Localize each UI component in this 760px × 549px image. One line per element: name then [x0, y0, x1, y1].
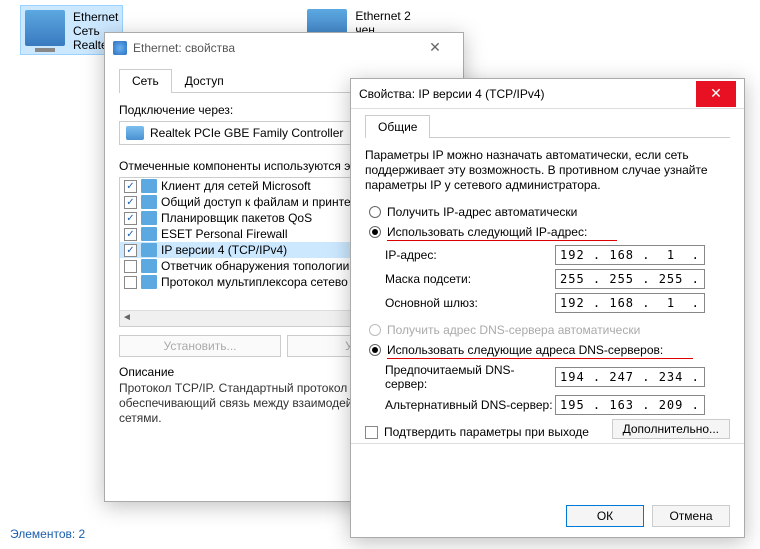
- component-icon: [141, 211, 157, 225]
- install-button[interactable]: Установить...: [119, 335, 281, 357]
- radio-icon: [369, 226, 381, 238]
- advanced-button[interactable]: Дополнительно...: [612, 419, 730, 439]
- radio-dns-manual[interactable]: Использовать следующие адреса DNS-сервер…: [369, 343, 730, 357]
- network-adapter-icon: [25, 10, 65, 46]
- preferred-dns-input[interactable]: [555, 367, 705, 387]
- radio-icon: [369, 324, 381, 336]
- ip-address-label: IP-адрес:: [385, 248, 555, 262]
- checkbox-icon[interactable]: [124, 260, 137, 273]
- component-label: Ответчик обнаружения топологии: [161, 259, 349, 273]
- component-icon: [141, 179, 157, 193]
- radio-ip-manual[interactable]: Использовать следующий IP-адрес:: [369, 225, 730, 239]
- radio-label: Использовать следующие адреса DNS-сервер…: [387, 343, 663, 357]
- preferred-dns-label: Предпочитаемый DNS-сервер:: [385, 363, 555, 391]
- status-bar-count: Элементов: 2: [10, 527, 85, 541]
- radio-label: Получить IP-адрес автоматически: [387, 205, 577, 219]
- component-label: Протокол мультиплексора сетево: [161, 275, 348, 289]
- component-icon: [141, 243, 157, 257]
- connection-name: Ethernet: [73, 10, 118, 24]
- component-label: Планировщик пакетов QoS: [161, 211, 312, 225]
- subnet-mask-input[interactable]: [555, 269, 705, 289]
- checkbox-icon[interactable]: [124, 212, 137, 225]
- component-label: Клиент для сетей Microsoft: [161, 179, 311, 193]
- checkbox-icon[interactable]: [124, 196, 137, 209]
- adapter-name: Realtek PCIe GBE Family Controller: [150, 126, 343, 140]
- component-label: IP версии 4 (TCP/IPv4): [161, 243, 287, 257]
- checkbox-icon[interactable]: [124, 276, 137, 289]
- component-icon: [141, 227, 157, 241]
- radio-dns-auto: Получить адрес DNS-сервера автоматически: [369, 323, 730, 337]
- tab-network[interactable]: Сеть: [119, 69, 172, 93]
- radio-icon: [369, 206, 381, 218]
- component-icon: [141, 259, 157, 273]
- checkbox-icon[interactable]: [124, 244, 137, 257]
- gateway-label: Основной шлюз:: [385, 296, 555, 310]
- ipv4-properties-dialog: Свойства: IP версии 4 (TCP/IPv4) ✕ Общие…: [350, 78, 745, 538]
- titlebar[interactable]: Свойства: IP версии 4 (TCP/IPv4) ✕: [351, 79, 744, 109]
- dialog-title: Свойства: IP версии 4 (TCP/IPv4): [359, 87, 696, 101]
- close-button[interactable]: ✕: [415, 35, 455, 61]
- ip-address-input[interactable]: [555, 245, 705, 265]
- checkbox-icon: [365, 426, 378, 439]
- ok-button[interactable]: ОК: [566, 505, 644, 527]
- radio-label: Получить адрес DNS-сервера автоматически: [387, 323, 640, 337]
- tab-strip: Общие: [365, 115, 730, 138]
- component-label: ESET Personal Firewall: [161, 227, 288, 241]
- alternate-dns-input[interactable]: [555, 395, 705, 415]
- subnet-mask-label: Маска подсети:: [385, 272, 555, 286]
- info-text: Параметры IP можно назначать автоматичес…: [365, 148, 730, 193]
- cancel-button[interactable]: Отмена: [652, 505, 730, 527]
- component-label: Общий доступ к файлам и принтер: [161, 195, 357, 209]
- checkbox-icon[interactable]: [124, 228, 137, 241]
- tab-access[interactable]: Доступ: [172, 69, 237, 92]
- adapter-icon: [126, 126, 144, 140]
- component-icon: [141, 195, 157, 209]
- alternate-dns-label: Альтернативный DNS-сервер:: [385, 398, 555, 412]
- checkbox-icon[interactable]: [124, 180, 137, 193]
- titlebar[interactable]: Ethernet: свойства ✕: [105, 33, 463, 63]
- separator: [351, 443, 744, 444]
- network-icon: [113, 41, 127, 55]
- dialog-title: Ethernet: свойства: [133, 41, 415, 55]
- close-button[interactable]: ✕: [696, 81, 736, 107]
- validate-label: Подтвердить параметры при выходе: [384, 425, 589, 439]
- radio-ip-auto[interactable]: Получить IP-адрес автоматически: [369, 205, 730, 219]
- radio-icon: [369, 344, 381, 356]
- gateway-input[interactable]: [555, 293, 705, 313]
- component-icon: [141, 275, 157, 289]
- radio-label: Использовать следующий IP-адрес:: [387, 225, 587, 239]
- connection-name: Ethernet 2: [355, 9, 410, 23]
- tab-general[interactable]: Общие: [365, 115, 430, 138]
